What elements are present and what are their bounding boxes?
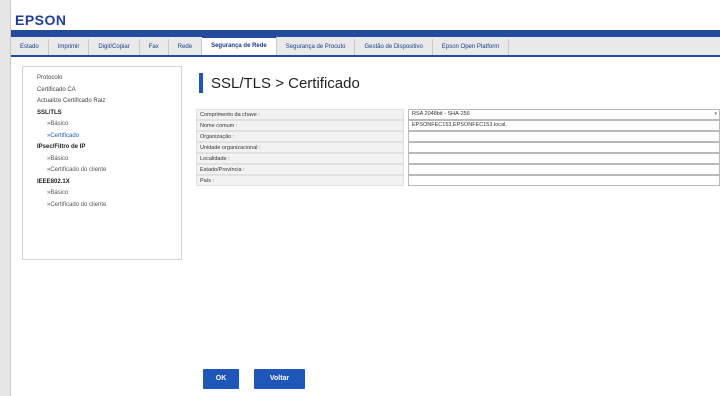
header-bar xyxy=(11,30,720,37)
org-unit-field[interactable] xyxy=(408,142,720,153)
ok-button[interactable]: OK xyxy=(203,369,239,389)
back-button[interactable]: Voltar xyxy=(254,369,305,389)
epson-logo: EPSON xyxy=(15,12,67,28)
tab-imprimir[interactable]: Imprimir xyxy=(49,39,90,55)
form-row-organization: Organização : xyxy=(196,131,720,142)
country-field[interactable] xyxy=(408,175,720,187)
sidebar-item-ssl-tls[interactable]: SSL/TLS xyxy=(23,108,181,120)
common-name-label: Nome comum : xyxy=(196,120,404,131)
sidebar-item-certificado-ca[interactable]: Certificado CA xyxy=(23,85,181,97)
tab-seguranca-de-rede[interactable]: Segurança de Rede xyxy=(202,36,277,55)
common-name-field[interactable]: EPSONFEC153,EPSONFEC153.local, xyxy=(408,120,720,131)
tab-seguranca-de-produto[interactable]: Segurança de Procuto xyxy=(277,39,356,55)
form-row-locality: Localidade : xyxy=(196,153,720,164)
state-label: Estado/Província : xyxy=(196,164,404,176)
tab-fax[interactable]: Fax xyxy=(140,39,169,55)
sidebar-item-ssl-certificado[interactable]: »Certificado xyxy=(23,131,181,143)
locality-label: Localidade : xyxy=(196,153,404,164)
sidebar-item-ipsec-certificado-cliente[interactable]: »Certificado do cliente xyxy=(23,165,181,177)
tab-digit-copiar[interactable]: Digit/Copiar xyxy=(89,39,140,55)
form-row-org-unit: Unidade organizacional : xyxy=(196,142,720,153)
sidebar-item-ipsec-basico[interactable]: »Básico xyxy=(23,154,181,166)
country-label: País : xyxy=(196,175,404,187)
key-length-label: Comprimento da chave : xyxy=(196,109,404,120)
sidebar-item-ipsec[interactable]: IPsec/Filtro de IP xyxy=(23,142,181,154)
sidebar-item-actualize-certificado-raiz[interactable]: Actualize Certificado Raiz xyxy=(23,96,181,108)
organization-label: Organização : xyxy=(196,131,404,142)
key-length-select[interactable]: RSA 2048bit - SHA-256 xyxy=(408,109,720,120)
sidebar-item-ssl-basico[interactable]: »Básico xyxy=(23,119,181,131)
sidebar-item-ieee8021x[interactable]: IEEE802.1X xyxy=(23,177,181,189)
tab-epson-open-platform[interactable]: Epson Open Platform xyxy=(433,39,510,55)
browser-frame: EPSON Estado Imprimir Digit/Copiar Fax R… xyxy=(0,0,720,396)
sidebar-item-ieee-certificado-cliente[interactable]: »Certificado do cliente xyxy=(23,200,181,212)
tab-estado[interactable]: Estado xyxy=(11,39,49,55)
locality-field[interactable] xyxy=(408,153,720,164)
tab-rede[interactable]: Rede xyxy=(169,39,203,55)
form-row-common-name: Nome comum : EPSONFEC153,EPSONFEC153.loc… xyxy=(196,120,720,131)
form-row-state: Estado/Província : xyxy=(196,164,720,176)
sidebar: Protocolo Certificado CA Actualize Certi… xyxy=(22,66,182,260)
org-unit-label: Unidade organizacional : xyxy=(196,142,404,153)
state-field[interactable] xyxy=(408,164,720,176)
page-title: SSL/TLS > Certificado xyxy=(211,74,360,92)
form-row-country: País : xyxy=(196,175,720,187)
sidebar-item-protocolo[interactable]: Protocolo xyxy=(23,73,181,85)
title-accent-bar xyxy=(199,73,203,93)
certificate-form: Comprimento da chave : RSA 2048bit - SHA… xyxy=(196,109,720,187)
organization-field[interactable] xyxy=(408,131,720,142)
sidebar-item-ieee-basico[interactable]: »Básico xyxy=(23,188,181,200)
form-row-key-length: Comprimento da chave : RSA 2048bit - SHA… xyxy=(196,109,720,120)
tab-bar: Estado Imprimir Digit/Copiar Fax Rede Se… xyxy=(11,36,720,57)
tab-gestao-de-dispositivo[interactable]: Gestão de Dispositivo xyxy=(355,39,433,55)
page-header: SSL/TLS > Certificado xyxy=(199,72,360,94)
